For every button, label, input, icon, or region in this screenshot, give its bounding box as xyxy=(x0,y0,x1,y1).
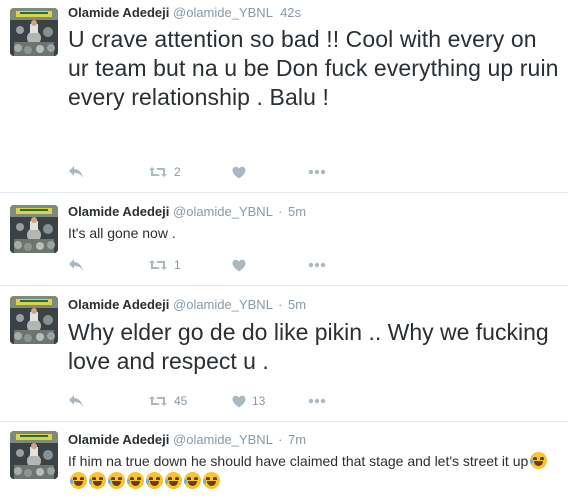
more-icon xyxy=(308,398,326,404)
tweet-header: Olamide Adedeji @olamide_YBNL · 5m xyxy=(68,297,560,313)
like-button[interactable]: 13 xyxy=(232,393,265,409)
separator: · xyxy=(278,297,283,312)
avatar[interactable] xyxy=(10,296,58,344)
fullname[interactable]: Olamide Adedeji xyxy=(68,297,169,312)
reply-button[interactable] xyxy=(68,257,84,273)
avatar[interactable] xyxy=(10,8,58,56)
face-with-tears-of-joy-icon xyxy=(146,472,163,489)
retweet-button[interactable]: 45 xyxy=(148,393,187,409)
face-with-tears-of-joy-icon xyxy=(70,472,87,489)
fullname[interactable]: Olamide Adedeji xyxy=(68,204,169,219)
face-with-tears-of-joy-icon xyxy=(127,472,144,489)
avatar-image xyxy=(10,296,58,344)
retweet-icon xyxy=(148,258,168,272)
reply-button[interactable] xyxy=(68,393,84,409)
avatar[interactable] xyxy=(10,431,58,479)
like-icon xyxy=(232,395,246,408)
tweet-actions: 45 13 xyxy=(68,393,368,409)
reply-icon xyxy=(68,165,84,179)
retweets-count: 1 xyxy=(174,258,181,272)
username[interactable]: @olamide_YBNL xyxy=(173,5,272,20)
likes-count: 13 xyxy=(252,394,266,408)
more-button[interactable] xyxy=(308,257,326,273)
retweet-icon xyxy=(148,394,168,408)
timestamp[interactable]: 5m xyxy=(288,204,306,219)
face-with-tears-of-joy-icon xyxy=(165,472,182,489)
tweet-text: U crave attention so bad !! Cool with ev… xyxy=(68,26,559,110)
separator: · xyxy=(278,432,283,447)
tweet-timeline: Olamide Adedeji @olamide_YBNL 42s U crav… xyxy=(0,0,568,498)
retweet-button[interactable]: 2 xyxy=(148,164,181,180)
tweet-text: Why elder go de do like pikin .. Why we … xyxy=(68,319,549,374)
retweets-count: 45 xyxy=(174,394,188,408)
tweet-header: Olamide Adedeji @olamide_YBNL 42s xyxy=(68,5,560,21)
tweet-header: Olamide Adedeji @olamide_YBNL · 5m xyxy=(68,204,560,220)
tweet-text: It's all gone now . xyxy=(68,225,176,241)
retweets-count: 2 xyxy=(174,165,181,179)
separator: · xyxy=(278,204,283,219)
avatar-image xyxy=(10,205,58,253)
timestamp[interactable]: 7m xyxy=(288,432,306,447)
face-with-tears-of-joy-icon xyxy=(203,472,220,489)
reply-icon xyxy=(68,394,84,408)
username[interactable]: @olamide_YBNL xyxy=(173,204,272,219)
tweet-text-body: If him na true down he should have claim… xyxy=(68,453,529,469)
more-icon xyxy=(308,262,326,268)
retweet-button[interactable]: 1 xyxy=(148,257,181,273)
like-icon xyxy=(232,259,246,272)
face-with-tears-of-joy-icon xyxy=(184,472,201,489)
more-icon xyxy=(308,169,326,175)
reply-button[interactable] xyxy=(68,164,84,180)
like-button[interactable] xyxy=(232,257,246,273)
face-with-tears-of-joy-icon xyxy=(530,452,548,469)
tweet[interactable]: Olamide Adedeji @olamide_YBNL · 7m If hi… xyxy=(0,422,568,498)
tweet-actions: 2 xyxy=(68,164,368,180)
more-button[interactable] xyxy=(308,164,326,180)
avatar-image xyxy=(10,8,58,56)
reply-icon xyxy=(68,258,84,272)
tweet[interactable]: Olamide Adedeji @olamide_YBNL · 5m Why e… xyxy=(0,286,568,422)
like-icon xyxy=(232,166,246,179)
username[interactable]: @olamide_YBNL xyxy=(173,297,272,312)
retweet-icon xyxy=(148,165,168,179)
timestamp[interactable]: 42s xyxy=(280,5,301,20)
tweet-text: If him na true down he should have claim… xyxy=(68,451,560,491)
timestamp[interactable]: 5m xyxy=(288,297,306,312)
tweet[interactable]: Olamide Adedeji @olamide_YBNL · 5m It's … xyxy=(0,193,568,286)
username[interactable]: @olamide_YBNL xyxy=(173,432,272,447)
like-button[interactable] xyxy=(232,164,246,180)
avatar[interactable] xyxy=(10,205,58,253)
fullname[interactable]: Olamide Adedeji xyxy=(68,432,169,447)
more-button[interactable] xyxy=(308,393,326,409)
avatar-image xyxy=(10,431,58,479)
tweet[interactable]: Olamide Adedeji @olamide_YBNL 42s U crav… xyxy=(0,0,568,193)
tweet-header: Olamide Adedeji @olamide_YBNL · 7m xyxy=(68,432,560,448)
face-with-tears-of-joy-icon xyxy=(89,472,106,489)
face-with-tears-of-joy-icon xyxy=(108,472,125,489)
fullname[interactable]: Olamide Adedeji xyxy=(68,5,169,20)
tweet-actions: 1 xyxy=(68,257,368,273)
